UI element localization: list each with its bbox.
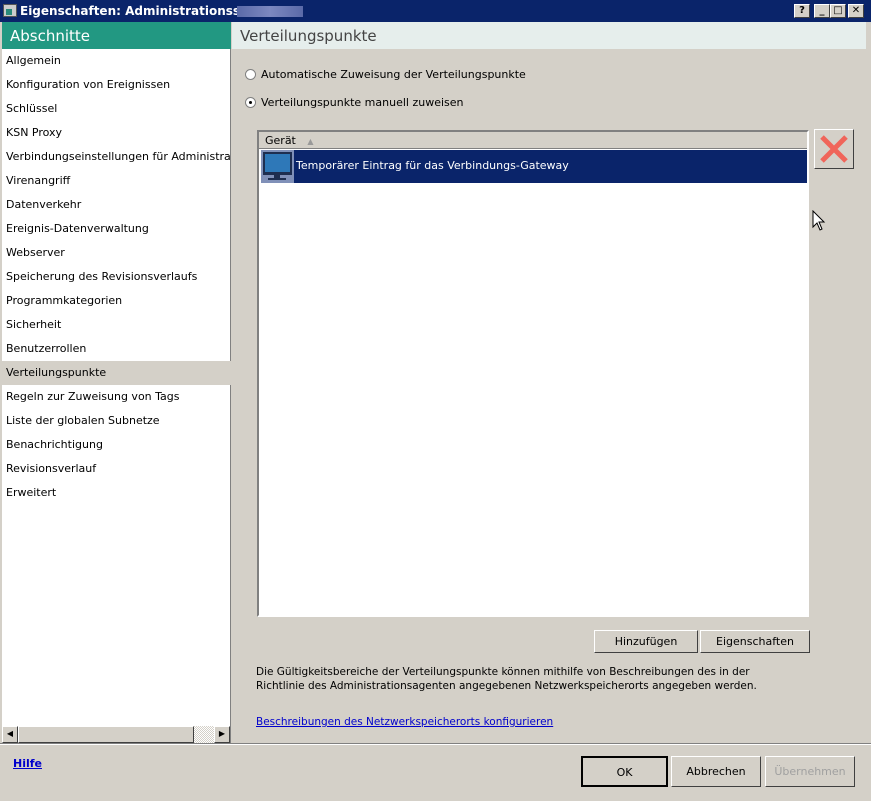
column-header-device[interactable]: Gerät ▲	[259, 132, 807, 149]
row-device-name: Temporärer Eintrag für das Verbindungs-G…	[296, 159, 569, 172]
page-title: Verteilungspunkte	[232, 22, 866, 49]
scroll-right-icon[interactable]: ▶	[214, 726, 230, 743]
sidebar-title: Abschnitte	[2, 22, 231, 49]
sidebar-item[interactable]: Ereignis-Datenverwaltung	[2, 217, 231, 241]
radio-auto-label[interactable]: Automatische Zuweisung der Verteilungspu…	[261, 68, 526, 81]
cancel-button[interactable]: Abbrechen	[671, 756, 761, 787]
sidebar-item[interactable]: Erweitert	[2, 481, 231, 505]
sidebar-item[interactable]: Datenverkehr	[2, 193, 231, 217]
sidebar-item[interactable]: Liste der globalen Subnetze	[2, 409, 231, 433]
sidebar-item[interactable]: Benutzerrollen	[2, 337, 231, 361]
properties-button[interactable]: Eigenschaften	[700, 630, 810, 653]
close-button[interactable]: ✕	[848, 4, 864, 18]
redacted-server-name	[237, 6, 303, 17]
delete-button[interactable]	[814, 129, 854, 169]
add-button[interactable]: Hinzufügen	[594, 630, 698, 653]
sidebar-item[interactable]: KSN Proxy	[2, 121, 231, 145]
delete-x-icon	[820, 135, 848, 163]
sidebar-item[interactable]: Revisionsverlauf	[2, 457, 231, 481]
scroll-thumb[interactable]	[18, 726, 194, 743]
apply-button[interactable]: Übernehmen	[765, 756, 855, 787]
sidebar-item[interactable]: Virenangriff	[2, 169, 231, 193]
sidebar-horizontal-scrollbar[interactable]: ◀ ▶	[2, 726, 230, 743]
minimize-button[interactable]: _	[814, 4, 830, 18]
sidebar-item[interactable]: Regeln zur Zuweisung von Tags	[2, 385, 231, 409]
radio-manual-assign[interactable]	[245, 97, 256, 108]
sidebar-item[interactable]: Webserver	[2, 241, 231, 265]
sidebar-item[interactable]: Benachrichtigung	[2, 433, 231, 457]
sidebar-item[interactable]: Konfiguration von Ereignissen	[2, 73, 231, 97]
description-text: Die Gültigkeitsbereiche der Verteilungsp…	[256, 666, 757, 692]
distribution-points-list[interactable]: Gerät ▲ Temporärer Eintrag für das Verbi…	[257, 130, 809, 617]
sidebar-item[interactable]: Sicherheit	[2, 313, 231, 337]
title-bar: Eigenschaften: Administrationsserver ? _…	[0, 0, 871, 22]
sidebar-item[interactable]: Verteilungspunkte	[2, 361, 231, 385]
ok-button[interactable]: OK	[581, 756, 668, 787]
sections-sidebar: Abschnitte Allgemein Konfiguration von Er…	[2, 22, 231, 743]
app-icon	[3, 4, 17, 17]
sidebar-item[interactable]: Allgemein	[2, 49, 231, 73]
radio-manual-label[interactable]: Verteilungspunkte manuell zuweisen	[261, 96, 464, 109]
table-row[interactable]: Temporärer Eintrag für das Verbindungs-G…	[261, 150, 807, 183]
radio-auto-assign[interactable]	[245, 69, 256, 80]
scroll-track[interactable]	[194, 726, 214, 743]
sidebar-item[interactable]: Schlüssel	[2, 97, 231, 121]
sort-ascending-icon: ▲	[307, 137, 314, 146]
footer-divider	[0, 743, 871, 745]
mouse-cursor-icon	[812, 210, 826, 231]
sidebar-item[interactable]: Speicherung des Revisionsverlaufs	[2, 265, 231, 289]
maximize-button[interactable]: □	[830, 4, 846, 18]
sidebar-item[interactable]: Programmkategorien	[2, 289, 231, 313]
help-window-button[interactable]: ?	[794, 4, 810, 18]
column-label: Gerät	[265, 134, 296, 147]
help-link[interactable]: Hilfe	[13, 757, 42, 770]
scroll-left-icon[interactable]: ◀	[2, 726, 18, 743]
sidebar-item[interactable]: Verbindungseinstellungen für Administrat…	[2, 145, 231, 169]
configure-network-location-link[interactable]: Beschreibungen des Netzwerkspeicherorts …	[256, 716, 553, 728]
computer-icon	[261, 150, 294, 183]
